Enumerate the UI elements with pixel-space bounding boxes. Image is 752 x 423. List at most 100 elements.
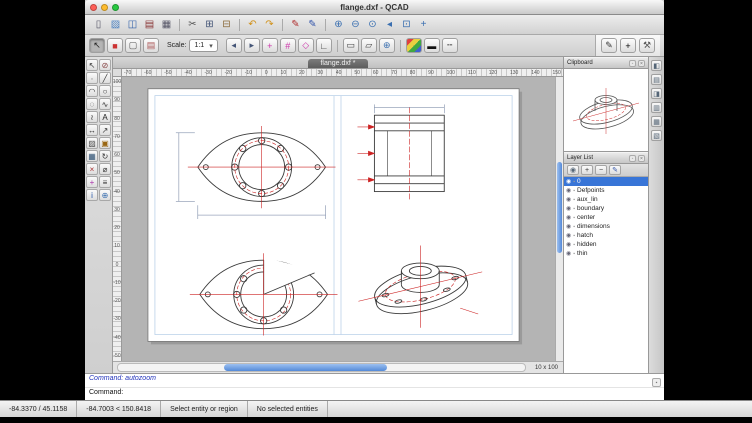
command-options-icon[interactable]: ▪: [652, 378, 661, 387]
layer-row[interactable]: ◉▪Defpoints: [564, 186, 648, 195]
layer-add-button[interactable]: +: [581, 165, 593, 175]
command-line-toggle[interactable]: ▧: [651, 130, 662, 141]
property-editor-toggle[interactable]: ◧: [651, 60, 662, 71]
crosshair-tool-button[interactable]: +: [620, 38, 636, 53]
property-pen-icon[interactable]: ✎: [288, 17, 303, 32]
layer-visibility-icon[interactable]: ◉: [566, 241, 571, 248]
pencil-tool-button[interactable]: ✎: [601, 38, 617, 53]
edit-pen-icon[interactable]: ✎: [305, 17, 320, 32]
layer-visibility-icon[interactable]: ◉: [566, 232, 571, 239]
close-window-button[interactable]: [90, 4, 97, 11]
selection-pointer-button[interactable]: ↖: [89, 38, 105, 53]
layer-visibility-icon[interactable]: ◉: [566, 196, 571, 203]
leader-tool[interactable]: ↗: [99, 124, 111, 136]
spline-tool[interactable]: ∿: [99, 98, 111, 110]
layer-row[interactable]: ◉▪center: [564, 213, 648, 222]
layer-lock-icon[interactable]: ▪: [573, 242, 575, 248]
vertical-scrollbar[interactable]: [555, 77, 563, 361]
snap-free-button[interactable]: +: [262, 38, 278, 53]
measure-tool[interactable]: ⌀: [99, 163, 111, 175]
linetype-button[interactable]: ╌: [442, 38, 458, 53]
open-file-icon[interactable]: ▨: [108, 17, 123, 32]
zoom-window-icon[interactable]: ⊡: [399, 17, 414, 32]
layer-row[interactable]: ◉▪dimensions: [564, 222, 648, 231]
lineweight-button[interactable]: ▬: [424, 38, 440, 53]
zoom-out-icon[interactable]: ⊖: [348, 17, 363, 32]
iso-mode-button[interactable]: ▱: [361, 38, 377, 53]
drawing-canvas[interactable]: [122, 77, 555, 361]
cut-icon[interactable]: ✂: [185, 17, 200, 32]
magnifier-button[interactable]: ⊕: [379, 38, 395, 53]
layer-lock-icon[interactable]: ▪: [573, 215, 575, 221]
snap-tool[interactable]: +: [86, 176, 98, 188]
horizontal-scrollbar-thumb[interactable]: [224, 364, 387, 371]
layer-row[interactable]: ◉▪0: [564, 177, 648, 186]
layer-lock-icon[interactable]: ▪: [573, 251, 575, 257]
copy-icon[interactable]: ⊞: [202, 17, 217, 32]
select-tool[interactable]: ↖: [86, 59, 98, 71]
layer-edit-button[interactable]: ✎: [609, 165, 621, 175]
paste-icon[interactable]: ⊟: [219, 17, 234, 32]
command-input[interactable]: Command:: [85, 388, 664, 401]
layer-visibility-icon[interactable]: ◉: [566, 214, 571, 221]
next-view-button[interactable]: ▸: [244, 38, 260, 53]
dev-tools-button[interactable]: ⚒: [639, 38, 655, 53]
layer-row[interactable]: ◉▪thin: [564, 249, 648, 258]
panel-detach-icon[interactable]: ◦: [629, 155, 636, 162]
undo-icon[interactable]: ↶: [245, 17, 260, 32]
horizontal-scrollbar[interactable]: [117, 363, 526, 372]
scale-select[interactable]: 1:1 ▾: [189, 39, 217, 52]
snap-grid-button[interactable]: #: [280, 38, 296, 53]
deselect-tool[interactable]: ⊘: [99, 59, 111, 71]
panel-detach-icon[interactable]: ◦: [629, 60, 636, 67]
rect-mode-button[interactable]: ▭: [343, 38, 359, 53]
select-all-button[interactable]: ▢: [125, 38, 141, 53]
color-swatch-button[interactable]: [406, 38, 422, 53]
clear-selection-button[interactable]: ■: [107, 38, 123, 53]
library-browser-toggle[interactable]: ▤: [651, 74, 662, 85]
layer-visibility-icon[interactable]: ◉: [566, 250, 571, 257]
dimension-tool[interactable]: ↔: [86, 124, 98, 136]
previous-view-button[interactable]: ◂: [226, 38, 242, 53]
layer-row[interactable]: ◉▪aux_lin: [564, 195, 648, 204]
clipboard-panel-toggle[interactable]: ◨: [651, 88, 662, 99]
clipboard-panel-header[interactable]: Clipboard ◦ ×: [564, 57, 648, 69]
ellipse-tool[interactable]: ◌: [86, 98, 98, 110]
arc-tool[interactable]: ◠: [86, 85, 98, 97]
delete-tool[interactable]: ×: [86, 163, 98, 175]
new-file-icon[interactable]: ▯: [91, 17, 106, 32]
minimize-window-button[interactable]: [101, 4, 108, 11]
layer-lock-icon[interactable]: ▪: [573, 224, 575, 230]
title-bar[interactable]: flange.dxf - QCAD: [85, 0, 664, 15]
modify-tool[interactable]: ↻: [99, 150, 111, 162]
layer-visibility-icon[interactable]: ◉: [566, 223, 571, 230]
print-icon[interactable]: ▦: [159, 17, 174, 32]
zoom-previous-icon[interactable]: ◂: [382, 17, 397, 32]
panel-close-icon[interactable]: ×: [638, 155, 645, 162]
layer-remove-button[interactable]: −: [595, 165, 607, 175]
layer-panel-header[interactable]: Layer List ◦ ×: [564, 152, 648, 164]
panel-close-icon[interactable]: ×: [638, 60, 645, 67]
redo-icon[interactable]: ↷: [262, 17, 277, 32]
stamp-button[interactable]: ▤: [143, 38, 159, 53]
layer-visibility-all-button[interactable]: ◉: [567, 165, 579, 175]
point-tool[interactable]: ∙: [86, 72, 98, 84]
zoom-tool[interactable]: ⊕: [99, 189, 111, 201]
snap-endpoint-button[interactable]: ◇: [298, 38, 314, 53]
layer-list-toggle[interactable]: ▥: [651, 102, 662, 113]
layer-visibility-icon[interactable]: ◉: [566, 178, 571, 185]
export-pdf-icon[interactable]: ▤: [142, 17, 157, 32]
block-list-toggle[interactable]: ▦: [651, 116, 662, 127]
info-tool[interactable]: i: [86, 189, 98, 201]
layer-lock-icon[interactable]: ▪: [573, 206, 575, 212]
auto-zoom-icon[interactable]: ⊙: [365, 17, 380, 32]
polyline-tool[interactable]: ≀: [86, 111, 98, 123]
image-tool[interactable]: ▣: [99, 137, 111, 149]
layer-row[interactable]: ◉▪boundary: [564, 204, 648, 213]
text-tool[interactable]: A: [99, 111, 111, 123]
layer-row[interactable]: ◉▪hidden: [564, 240, 648, 249]
layer-visibility-icon[interactable]: ◉: [566, 205, 571, 212]
layer-lock-icon[interactable]: ▪: [573, 197, 575, 203]
vertical-scrollbar-thumb[interactable]: [557, 162, 562, 253]
hatch-tool[interactable]: ▨: [86, 137, 98, 149]
